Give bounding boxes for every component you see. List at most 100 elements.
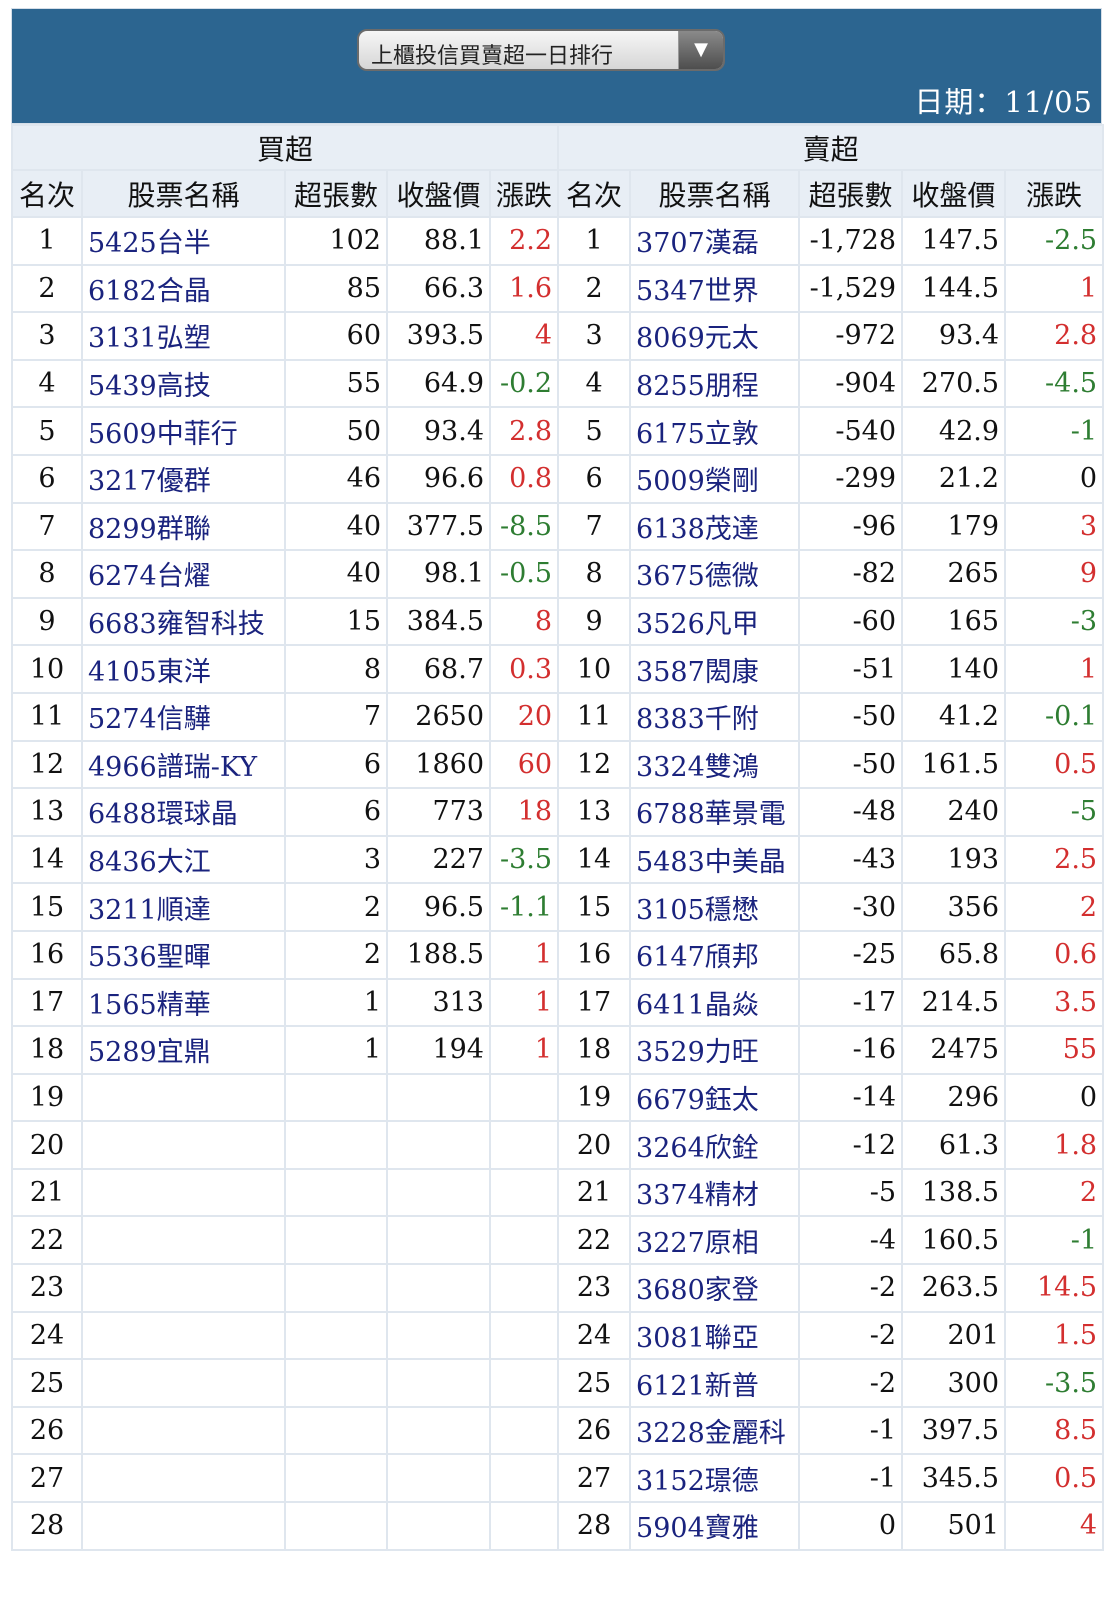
sell-stock-link[interactable]: 6147頎邦 bbox=[629, 929, 801, 980]
buy-change: 60 bbox=[488, 739, 560, 790]
table-row: 4 5439高技 55 64.9 -0.2 4 8255朋程 -904 270.5 -4.5 bbox=[11, 358, 1105, 409]
sell-volume: -50 bbox=[798, 691, 904, 742]
sell-volume: -1 bbox=[798, 1405, 904, 1456]
buy-change: 2.8 bbox=[488, 406, 560, 456]
sell-stock-link[interactable]: 6138茂達 bbox=[629, 501, 801, 552]
buy-stock-link[interactable]: 4966譜瑞-KY bbox=[81, 739, 286, 790]
buy-stock-link[interactable]: 5274信驊 bbox=[81, 691, 286, 742]
buy-rank: 1 bbox=[11, 216, 83, 266]
buy-rank: 16 bbox=[11, 929, 83, 980]
buy-volume: 2 bbox=[284, 882, 388, 932]
sell-close-price: 201 bbox=[901, 1310, 1007, 1361]
sell-stock-link[interactable]: 8383千附 bbox=[629, 691, 801, 742]
col-header-rank: 名次 bbox=[557, 169, 632, 218]
table-row: 6 3217優群 46 96.6 0.8 6 5009榮剛 -299 21.2 0 bbox=[11, 453, 1105, 504]
table-row: 5 5609中菲行 50 93.4 2.8 5 6175立敦 -540 42.9 -1 bbox=[11, 406, 1105, 456]
buy-stock-link[interactable]: 8299群聯 bbox=[81, 501, 286, 552]
sell-close-price: 138.5 bbox=[901, 1167, 1007, 1218]
buy-change: 18 bbox=[488, 787, 560, 837]
sell-stock-link[interactable]: 3264欣銓 bbox=[629, 1120, 801, 1170]
buy-stock-link[interactable]: 6683雍智科技 bbox=[81, 596, 286, 647]
sell-stock-link[interactable]: 6175立敦 bbox=[629, 406, 801, 456]
sell-stock-link[interactable]: 6411晶焱 bbox=[629, 977, 801, 1028]
sell-stock-link[interactable]: 3675德微 bbox=[629, 549, 801, 599]
buy-volume: 6 bbox=[284, 739, 388, 790]
sell-stock-link[interactable]: 6121新普 bbox=[629, 1358, 801, 1408]
buy-stock-link[interactable]: 5536聖暉 bbox=[81, 929, 286, 980]
sell-stock-link[interactable]: 5904寶雅 bbox=[629, 1501, 801, 1551]
buy-volume-empty bbox=[284, 1167, 388, 1218]
sell-rank: 26 bbox=[557, 1405, 632, 1456]
buy-rank: 22 bbox=[11, 1215, 83, 1266]
sell-rank: 18 bbox=[557, 1025, 632, 1075]
buy-stock-link[interactable]: 4105東洋 bbox=[81, 644, 286, 694]
sell-volume: -1,529 bbox=[798, 263, 904, 314]
sell-stock-link[interactable]: 6788華景電 bbox=[629, 787, 801, 837]
dropdown-arrow-icon[interactable]: ▼ bbox=[678, 31, 723, 69]
sell-stock-link[interactable]: 3081聯亞 bbox=[629, 1310, 801, 1361]
sell-stock-link[interactable]: 5347世界 bbox=[629, 263, 801, 314]
buy-stock-link[interactable]: 1565精華 bbox=[81, 977, 286, 1028]
buy-stock-link[interactable]: 3131弘塑 bbox=[81, 311, 286, 361]
sell-stock-link[interactable]: 3707漢磊 bbox=[629, 216, 801, 266]
sell-stock-link[interactable]: 3324雙鴻 bbox=[629, 739, 801, 790]
sell-stock-link[interactable]: 8069元太 bbox=[629, 311, 801, 361]
buy-stock-empty bbox=[81, 1358, 286, 1408]
sell-stock-link[interactable]: 3526凡甲 bbox=[629, 596, 801, 647]
buy-close-price-empty bbox=[386, 1310, 491, 1361]
buy-close-price-empty bbox=[386, 1405, 491, 1456]
sell-stock-link[interactable]: 3374精材 bbox=[629, 1167, 801, 1218]
buy-section-header: 買超 bbox=[10, 124, 560, 171]
sell-volume: -43 bbox=[798, 834, 904, 885]
sell-volume: -2 bbox=[798, 1263, 904, 1313]
buy-volume-empty bbox=[284, 1453, 388, 1504]
sell-stock-link[interactable]: 3587閎康 bbox=[629, 644, 801, 694]
sell-stock-link[interactable]: 5483中美晶 bbox=[629, 834, 801, 885]
sell-change: -2.5 bbox=[1004, 216, 1105, 266]
buy-stock-link[interactable]: 6182合晶 bbox=[81, 263, 286, 314]
buy-stock-link[interactable]: 6488環球晶 bbox=[81, 787, 286, 837]
buy-stock-link[interactable]: 5289宜鼎 bbox=[81, 1025, 286, 1075]
buy-rank: 3 bbox=[11, 311, 83, 361]
sell-rank: 15 bbox=[557, 882, 632, 932]
buy-rank: 19 bbox=[11, 1072, 83, 1123]
sell-close-price: 270.5 bbox=[901, 358, 1007, 409]
sell-rank: 3 bbox=[557, 311, 632, 361]
buy-stock-link[interactable]: 5439高技 bbox=[81, 358, 286, 409]
buy-rank: 6 bbox=[11, 453, 83, 504]
sell-stock-link[interactable]: 3529力旺 bbox=[629, 1025, 801, 1075]
buy-stock-link[interactable]: 3211順達 bbox=[81, 882, 286, 932]
sell-close-price: 356 bbox=[901, 882, 1007, 932]
ranking-type-select[interactable]: 上櫃投信買賣超一日排行 ▼ bbox=[357, 29, 725, 71]
sell-stock-link[interactable]: 8255朋程 bbox=[629, 358, 801, 409]
sell-stock-link[interactable]: 6679鈺太 bbox=[629, 1072, 801, 1123]
sell-change: 3 bbox=[1004, 501, 1105, 552]
sell-stock-link[interactable]: 3105穩懋 bbox=[629, 882, 801, 932]
table-row: 22 22 3227原相 -4 160.5 -1 bbox=[11, 1215, 1105, 1266]
sell-stock-link[interactable]: 3680家登 bbox=[629, 1263, 801, 1313]
sell-stock-link[interactable]: 5009榮剛 bbox=[629, 453, 801, 504]
sell-change: 2.5 bbox=[1004, 834, 1105, 885]
buy-rank: 2 bbox=[11, 263, 83, 314]
buy-stock-link[interactable]: 5609中菲行 bbox=[81, 406, 286, 456]
sell-rank: 28 bbox=[557, 1501, 632, 1551]
buy-change-empty bbox=[488, 1120, 560, 1170]
sell-rank: 11 bbox=[557, 691, 632, 742]
col-header-volume: 超張數 bbox=[798, 169, 904, 218]
buy-close-price: 64.9 bbox=[386, 358, 491, 409]
buy-stock-link[interactable]: 6274台燿 bbox=[81, 549, 286, 599]
buy-stock-link[interactable]: 8436大江 bbox=[81, 834, 286, 885]
buy-close-price: 227 bbox=[386, 834, 491, 885]
sell-stock-link[interactable]: 3227原相 bbox=[629, 1215, 801, 1266]
buy-rank: 12 bbox=[11, 739, 83, 790]
sell-stock-link[interactable]: 3152璟德 bbox=[629, 1453, 801, 1504]
buy-volume: 46 bbox=[284, 453, 388, 504]
buy-rank: 17 bbox=[11, 977, 83, 1028]
sell-stock-link[interactable]: 3228金麗科 bbox=[629, 1405, 801, 1456]
sell-rank: 22 bbox=[557, 1215, 632, 1266]
buy-stock-link[interactable]: 3217優群 bbox=[81, 453, 286, 504]
buy-volume: 7 bbox=[284, 691, 388, 742]
sell-close-price: 240 bbox=[901, 787, 1007, 837]
buy-stock-link[interactable]: 5425台半 bbox=[81, 216, 286, 266]
sell-rank: 23 bbox=[557, 1263, 632, 1313]
